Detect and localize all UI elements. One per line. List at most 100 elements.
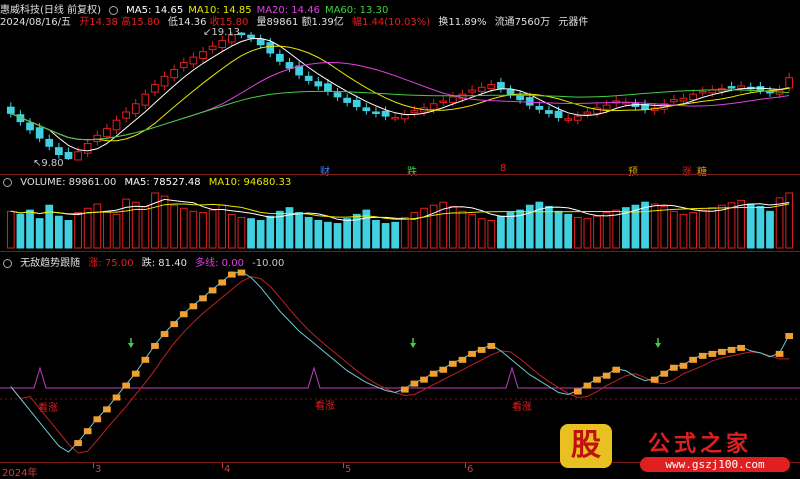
volume-bar <box>151 192 159 249</box>
logo-url: www.gszj100.com <box>640 457 790 472</box>
signal-tag-2: 8 <box>500 163 507 174</box>
candle-body <box>381 110 390 117</box>
indicator-up-block <box>131 370 140 377</box>
candle-body <box>670 99 678 103</box>
volume-bar <box>141 205 150 249</box>
volume-bar <box>160 195 169 249</box>
candle-body <box>45 138 54 147</box>
volume-bar <box>573 216 582 249</box>
logo-badge: 股 <box>560 424 612 468</box>
indicator-up-block <box>189 303 198 310</box>
indicator-up-block <box>410 380 419 387</box>
panel-divider-2 <box>0 251 800 252</box>
indicator-up-block <box>458 356 467 363</box>
volume-bar <box>35 218 44 249</box>
logo-title: 公式之家 <box>648 432 753 457</box>
candle-body <box>554 110 563 118</box>
candle-body <box>573 115 582 121</box>
volume-chart[interactable] <box>0 188 800 250</box>
indicator-up-block <box>583 382 592 389</box>
volume-bar <box>718 204 726 249</box>
sell-arrow-head-icon <box>410 343 416 348</box>
candle-body <box>545 110 553 114</box>
indicator-up-block <box>718 348 726 355</box>
volume-bar <box>218 204 227 249</box>
date-tick <box>343 463 344 468</box>
indicator-up-block <box>122 382 130 389</box>
volume-bar <box>170 204 179 249</box>
signal-tag-4: 涨 <box>682 167 692 178</box>
candle-body <box>429 103 438 110</box>
indicator-up-block <box>160 331 169 338</box>
volume-bar <box>612 209 621 249</box>
volume-bar <box>372 220 380 249</box>
buy-tag-1: 看涨 <box>38 403 58 414</box>
volume-bar <box>199 212 207 249</box>
volume-bar <box>545 205 553 249</box>
indicator-up-block <box>227 271 236 278</box>
high-price-label: ↙19.13 <box>203 27 241 38</box>
volume-settings-icon[interactable] <box>3 177 12 187</box>
volume-bar <box>247 218 255 249</box>
candle-body <box>83 143 92 154</box>
indicator-up-block <box>218 279 227 286</box>
candle-body <box>93 134 102 142</box>
volume-bar <box>477 218 486 249</box>
indicator-up-block <box>670 364 678 371</box>
candle-body <box>785 77 794 89</box>
volume-bar <box>458 210 467 249</box>
price-chart[interactable] <box>0 26 800 174</box>
candle-body <box>410 110 419 114</box>
candle-body <box>151 84 159 93</box>
candle-body <box>439 100 448 104</box>
indicator-up-block <box>573 388 582 395</box>
volume-bar <box>698 209 707 249</box>
volume-bar <box>314 220 323 249</box>
volume-bar <box>237 216 246 249</box>
candle-body <box>54 147 63 156</box>
volume-bar <box>468 213 476 249</box>
indicator-baseline <box>0 366 800 389</box>
volume-bar <box>554 210 563 249</box>
volume-bar <box>64 220 73 249</box>
indicator-up-block <box>74 440 82 447</box>
candle-body <box>64 151 73 160</box>
indicator-up-block <box>179 311 188 318</box>
candle-body <box>304 75 313 81</box>
indicator-up-block <box>650 376 659 383</box>
candle-body <box>285 62 294 69</box>
candle-body <box>448 96 457 103</box>
candle-body <box>602 104 611 110</box>
date-label-5: 5 <box>345 464 352 475</box>
volume-ma10: MA10: 94680.33 <box>208 177 292 188</box>
volume-bar <box>74 212 82 249</box>
volume-bar <box>602 212 611 249</box>
volume-bar <box>16 213 25 249</box>
date-tick <box>93 463 94 468</box>
volume-bar <box>122 198 130 249</box>
candle-body <box>26 122 34 131</box>
indicator-up-block <box>429 370 438 377</box>
indicator-up-block <box>775 350 784 357</box>
indicator-up-block <box>689 356 697 363</box>
indicator-up-block <box>602 372 611 379</box>
candle-body <box>247 34 255 39</box>
volume-bar <box>391 221 400 249</box>
volume-header: VOLUME: 89861.00 MA5: 78527.48 MA10: 946… <box>0 177 296 188</box>
candle-body <box>324 83 332 92</box>
candle-body <box>160 75 169 87</box>
volume-bar <box>766 210 774 249</box>
volume-label: VOLUME: 89861.00 <box>20 177 117 188</box>
candle-body <box>333 92 342 98</box>
volume-bar <box>333 223 342 249</box>
volume-bar <box>227 213 236 249</box>
candle-body <box>679 97 688 102</box>
sell-arrow-head-icon <box>128 343 134 348</box>
candle-body <box>698 90 707 94</box>
volume-bar <box>689 212 697 249</box>
indicator-up-block <box>727 346 736 353</box>
candle-body <box>352 99 361 107</box>
volume-bar <box>26 209 34 249</box>
candle-body <box>468 89 476 93</box>
volume-bar <box>564 213 573 249</box>
